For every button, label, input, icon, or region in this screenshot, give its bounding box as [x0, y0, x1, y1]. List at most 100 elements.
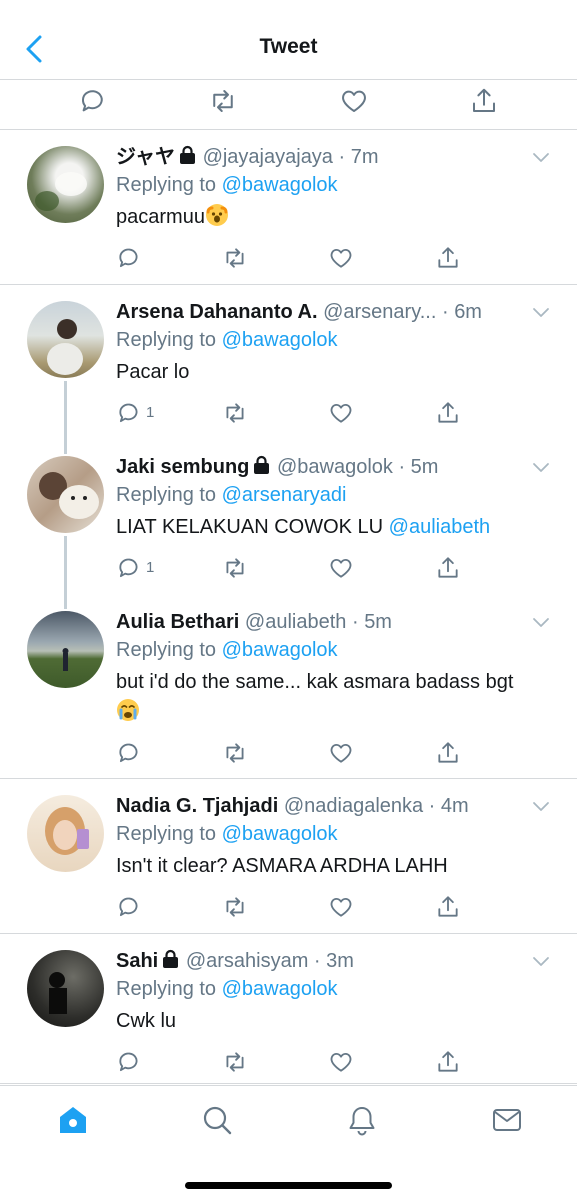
- thread-connector: [64, 440, 67, 454]
- like-icon[interactable]: [339, 86, 369, 116]
- tweet-actions: [116, 740, 476, 770]
- handle[interactable]: @arsahisyam: [186, 950, 309, 972]
- reply-icon[interactable]: [116, 740, 142, 766]
- handle[interactable]: @bawagolok: [277, 456, 393, 478]
- handle[interactable]: @jayajayajaya: [203, 146, 333, 168]
- messages-icon[interactable]: [491, 1104, 523, 1136]
- retweet-icon[interactable]: [222, 1049, 248, 1075]
- like-icon[interactable]: [328, 400, 354, 426]
- reply-to-link[interactable]: @bawagolok: [222, 823, 338, 845]
- home-indicator[interactable]: [185, 1182, 392, 1189]
- reply-icon[interactable]: [116, 245, 142, 271]
- reply-to-link[interactable]: @bawagolok: [222, 639, 338, 661]
- display-name[interactable]: Sahi: [116, 950, 158, 972]
- avatar[interactable]: [27, 611, 104, 688]
- retweet-icon[interactable]: [222, 400, 248, 426]
- replying-label: Replying to: [116, 978, 217, 1000]
- reply-icon[interactable]: [116, 555, 142, 581]
- tweet-header: Arsena Dahananto A. @arsenary... · 6m: [116, 298, 537, 326]
- tweet-actions: [116, 245, 476, 275]
- lock-icon: [180, 145, 195, 164]
- separator-dot: ·: [423, 795, 441, 817]
- tweet-text-content: but i'd do the same... kak asmara badass…: [116, 671, 514, 693]
- home-icon[interactable]: [57, 1104, 89, 1136]
- retweet-icon[interactable]: [208, 86, 238, 116]
- reply-tweet[interactable]: Jaki sembung @bawagolok · 5m Replying to…: [0, 440, 577, 598]
- share-icon[interactable]: [435, 894, 461, 920]
- tweet-header: ジャヤ @jayajayajaya · 7m: [116, 143, 537, 171]
- tweet-text: LIAT KELAKUAN COWOK LU @auliabeth: [116, 512, 537, 542]
- reply-tweet[interactable]: Arsena Dahananto A. @arsenary... · 6m Re…: [0, 285, 577, 443]
- like-icon[interactable]: [328, 740, 354, 766]
- bottom-tab-bar: [0, 1085, 577, 1200]
- timestamp: 5m: [364, 611, 392, 633]
- retweet-icon[interactable]: [222, 740, 248, 766]
- separator-dot: ·: [308, 950, 327, 972]
- replying-label: Replying to: [116, 639, 217, 661]
- reply-tweet[interactable]: Nadia G. Tjahjadi @nadiagalenka · 4m Rep…: [0, 779, 577, 934]
- handle[interactable]: @arsenary...: [323, 301, 436, 323]
- lock-icon: [254, 455, 270, 474]
- timestamp: 7m: [350, 146, 379, 168]
- retweet-icon[interactable]: [222, 245, 248, 271]
- share-icon[interactable]: [435, 555, 461, 581]
- share-icon[interactable]: [435, 400, 461, 426]
- reply-to-link[interactable]: @bawagolok: [222, 329, 338, 351]
- handle[interactable]: @auliabeth: [245, 611, 346, 633]
- like-icon[interactable]: [328, 555, 354, 581]
- avatar[interactable]: [27, 301, 104, 378]
- tweet-text-content: LIAT KELAKUAN COWOK LU: [116, 516, 384, 538]
- tweet-header: Sahi @arsahisyam · 3m: [116, 947, 537, 975]
- share-icon[interactable]: [469, 86, 499, 116]
- share-icon[interactable]: [435, 245, 461, 271]
- reply-icon[interactable]: [116, 400, 142, 426]
- display-name[interactable]: Nadia G. Tjahjadi: [116, 795, 278, 817]
- tweet-header: Aulia Bethari @auliabeth · 5m: [116, 608, 537, 636]
- reply-tweet[interactable]: ジャヤ @jayajayajaya · 7m Replying to @bawa…: [0, 130, 577, 285]
- tweet-header: Jaki sembung @bawagolok · 5m: [116, 453, 537, 481]
- reply-tweet[interactable]: Sahi @arsahisyam · 3m Replying to @bawag…: [0, 934, 577, 1084]
- timestamp: 6m: [454, 301, 482, 323]
- tweet-header: Nadia G. Tjahjadi @nadiagalenka · 4m: [116, 792, 537, 820]
- avatar[interactable]: [27, 456, 104, 533]
- display-name[interactable]: Arsena Dahananto A.: [116, 301, 318, 323]
- tweet-text: but i'd do the same... kak asmara badass…: [116, 667, 537, 727]
- reply-icon[interactable]: [78, 86, 108, 116]
- retweet-icon[interactable]: [222, 894, 248, 920]
- timestamp: 4m: [440, 795, 469, 817]
- display-name[interactable]: Aulia Bethari: [116, 611, 239, 633]
- reply-tweet[interactable]: Aulia Bethari @auliabeth · 5m Replying t…: [0, 595, 577, 779]
- mention-link[interactable]: @auliabeth: [389, 516, 490, 538]
- share-icon[interactable]: [435, 1049, 461, 1075]
- avatar[interactable]: [27, 146, 104, 223]
- reply-to-link[interactable]: @arsenaryadi: [222, 484, 347, 506]
- avatar[interactable]: [27, 950, 104, 1027]
- reply-to-link[interactable]: @bawagolok: [222, 978, 338, 1000]
- reply-icon[interactable]: [116, 1049, 142, 1075]
- replying-label: Replying to: [116, 823, 217, 845]
- reply-icon[interactable]: [116, 894, 142, 920]
- thread-connector: [64, 381, 67, 443]
- like-icon[interactable]: [328, 894, 354, 920]
- thread-connector: [64, 595, 67, 609]
- timestamp: 5m: [410, 456, 439, 478]
- reply-count: 1: [146, 404, 155, 421]
- tweet-actions: 1: [116, 400, 476, 430]
- like-icon[interactable]: [328, 1049, 354, 1075]
- crying-face-emoji-icon: [117, 699, 139, 721]
- display-name[interactable]: ジャヤ: [116, 146, 175, 168]
- notifications-icon[interactable]: [346, 1104, 378, 1136]
- handle[interactable]: @nadiagalenka: [284, 795, 423, 817]
- replying-to: Replying to @bawagolok: [116, 171, 537, 200]
- avatar[interactable]: [27, 795, 104, 872]
- share-icon[interactable]: [435, 740, 461, 766]
- display-name[interactable]: Jaki sembung: [116, 456, 249, 478]
- top-bar: Tweet: [0, 0, 577, 80]
- replying-to: Replying to @bawagolok: [116, 820, 537, 849]
- search-icon[interactable]: [201, 1104, 233, 1136]
- like-icon[interactable]: [328, 245, 354, 271]
- reply-to-link[interactable]: @bawagolok: [222, 174, 338, 196]
- replying-to: Replying to @arsenaryadi: [116, 481, 537, 510]
- separator-dot: ·: [392, 456, 411, 478]
- retweet-icon[interactable]: [222, 555, 248, 581]
